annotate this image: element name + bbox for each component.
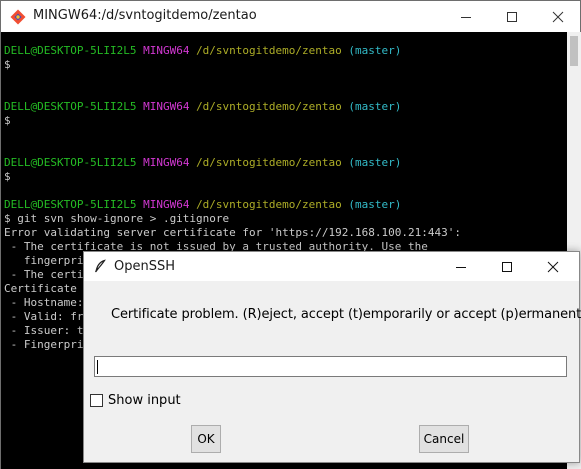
show-input-label[interactable]: Show input (108, 393, 181, 408)
output-line: $ git svn show-ignore > .gitignore (4, 212, 567, 226)
certificate-response-input[interactable] (94, 356, 567, 377)
prompt-shell: MINGW64 (143, 198, 190, 211)
prompt-user: DELL@DESKTOP-5LII2L5 (4, 198, 137, 211)
line-text: Certificate (4, 282, 77, 295)
prompt-user: DELL@DESKTOP-5LII2L5 (4, 156, 137, 169)
line-text: $ (4, 58, 11, 71)
prompt-path: /d/svntogitdemo/zentao (196, 198, 342, 211)
terminal-title: MINGW64:/d/svntogitdemo/zentao (33, 8, 257, 23)
prompt-line: DELL@DESKTOP-5LII2L5 MINGW64 /d/svntogit… (4, 156, 567, 170)
prompt-path: /d/svntogitdemo/zentao (196, 156, 342, 169)
show-input-option[interactable]: Show input (90, 393, 181, 408)
output-line: $ (4, 114, 567, 128)
dialog-titlebar[interactable]: OpenSSH (84, 252, 579, 281)
prompt-user: DELL@DESKTOP-5LII2L5 (4, 100, 137, 113)
prompt-line: DELL@DESKTOP-5LII2L5 MINGW64 /d/svntogit… (4, 100, 567, 114)
prompt-user: DELL@DESKTOP-5LII2L5 (4, 44, 137, 57)
prompt-path: /d/svntogitdemo/zentao (196, 44, 342, 57)
prompt-path: /d/svntogitdemo/zentao (196, 100, 342, 113)
terminal-maximize-button[interactable] (489, 1, 535, 32)
prompt-branch: (master) (348, 156, 402, 169)
openssh-dialog: OpenSSH Certificate problem. (R)eject, a… (83, 251, 581, 463)
terminal-close-button[interactable] (535, 1, 581, 32)
feather-icon (94, 259, 106, 273)
line-text: - Hostname: (4, 296, 84, 309)
output-line: Error validating server certificate for … (4, 226, 567, 240)
dialog-message: Certificate problem. (R)eject, accept (t… (111, 307, 581, 322)
dialog-title: OpenSSH (114, 259, 176, 274)
close-icon (547, 261, 559, 272)
terminal-scrollbar-thumb[interactable] (570, 36, 578, 66)
dialog-maximize-button[interactable] (484, 252, 530, 281)
prompt-branch: (master) (348, 198, 402, 211)
minimize-icon (456, 266, 466, 268)
show-input-checkbox[interactable] (90, 394, 103, 407)
minimize-icon (461, 16, 471, 18)
prompt-shell: MINGW64 (143, 44, 190, 57)
line-text: $ git svn show-ignore > .gitignore (4, 212, 230, 225)
line-text: - Fingerpri (4, 338, 84, 351)
maximize-icon (507, 11, 517, 22)
prompt-line: DELL@DESKTOP-5LII2L5 MINGW64 /d/svntogit… (4, 44, 567, 58)
line-text: $ (4, 114, 11, 127)
terminal-titlebar[interactable]: MINGW64:/d/svntogitdemo/zentao (1, 1, 580, 32)
prompt-shell: MINGW64 (143, 156, 190, 169)
output-line: $ (4, 58, 567, 72)
line-text: Error validating server certificate for … (4, 226, 461, 239)
dialog-close-button[interactable] (530, 252, 576, 281)
terminal-minimize-button[interactable] (443, 1, 489, 32)
cancel-button[interactable]: Cancel (419, 425, 469, 453)
prompt-branch: (master) (348, 44, 402, 57)
dialog-minimize-button[interactable] (438, 252, 484, 281)
output-line: $ (4, 170, 567, 184)
prompt-shell: MINGW64 (143, 100, 190, 113)
line-text: - The certi (4, 268, 84, 281)
line-text: - Valid: fr (4, 310, 84, 323)
git-bash-icon (10, 9, 26, 25)
line-text: - Issuer: t (4, 324, 84, 337)
prompt-branch: (master) (348, 100, 402, 113)
ok-button[interactable]: OK (191, 425, 221, 453)
maximize-icon (502, 261, 512, 272)
line-text: $ (4, 170, 11, 183)
text-caret (97, 359, 98, 374)
prompt-line: DELL@DESKTOP-5LII2L5 MINGW64 /d/svntogit… (4, 198, 567, 212)
close-icon (552, 11, 564, 22)
